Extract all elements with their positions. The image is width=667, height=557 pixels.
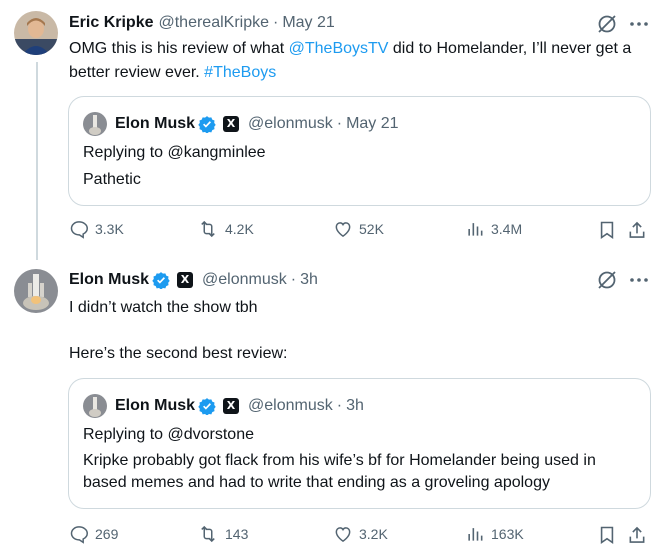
reply-icon bbox=[70, 526, 89, 544]
tweet2-reply-button[interactable]: 269 bbox=[69, 524, 118, 544]
more-options-icon[interactable] bbox=[628, 13, 650, 40]
tweet1-text-start: OMG this is his review of what bbox=[69, 40, 289, 57]
tweet2-quote-header: Elon Musk X @elonmusk · 3h bbox=[83, 394, 364, 418]
tweet2-text-line2: Here’s the second best review: bbox=[69, 345, 288, 362]
quote-text: Pathetic bbox=[83, 171, 141, 188]
grok-icon[interactable] bbox=[596, 269, 618, 296]
tweet1-share-icon[interactable] bbox=[627, 219, 647, 246]
tweet2-header: Elon Musk X @elonmusk · 3h bbox=[69, 270, 318, 290]
tweet2-separator: · bbox=[290, 271, 297, 288]
tweet2-reply-count: 269 bbox=[95, 526, 119, 542]
more-options-icon[interactable] bbox=[628, 269, 650, 296]
tweet2-bookmark-icon[interactable] bbox=[597, 524, 617, 551]
x-affiliate-badge-icon: X bbox=[177, 272, 194, 288]
tweet2-handle[interactable]: @elonmusk bbox=[202, 270, 287, 290]
tweet1-separator: · bbox=[273, 14, 279, 31]
views-chart-icon bbox=[468, 528, 483, 541]
thread-connector-line bbox=[36, 62, 38, 260]
x-affiliate-badge-icon: X bbox=[223, 398, 240, 414]
tweet2-like-count: 3.2K bbox=[359, 526, 388, 542]
tweet1-bookmark-icon[interactable] bbox=[597, 219, 617, 246]
tweet2-repost-button[interactable]: 143 bbox=[197, 524, 248, 544]
repost-icon bbox=[201, 220, 215, 238]
tweet1-view-count: 3.4M bbox=[491, 221, 523, 237]
tweet1-like-button[interactable]: 52K bbox=[333, 219, 384, 239]
tweet1-reply-count: 3.3K bbox=[95, 221, 124, 237]
heart-icon bbox=[335, 222, 351, 237]
tweet2-views-button[interactable]: 163K bbox=[465, 524, 524, 544]
quote-handle: @elonmusk bbox=[248, 115, 333, 132]
tweet1-quoted-tweet[interactable]: Elon Musk X @elonmusk · May 21 Replying … bbox=[68, 96, 651, 206]
tweet1-handle[interactable]: @therealKripke bbox=[158, 13, 269, 33]
eric-kripke-avatar[interactable] bbox=[14, 11, 58, 55]
views-chart-icon bbox=[468, 223, 483, 236]
quote-replying-to: Replying to @dvorstone bbox=[83, 426, 254, 443]
grok-icon[interactable] bbox=[596, 13, 618, 40]
quote-handle: @elonmusk bbox=[248, 397, 333, 414]
tweet1-mention-link[interactable]: @TheBoysTV bbox=[289, 40, 389, 57]
quote-avatar bbox=[83, 112, 107, 136]
heart-icon bbox=[335, 527, 351, 542]
elon-musk-avatar[interactable] bbox=[14, 269, 58, 313]
reply-icon bbox=[70, 221, 89, 239]
tweet1-hashtag-link[interactable]: #TheBoys bbox=[204, 64, 276, 81]
tweet1-views-button[interactable]: 3.4M bbox=[465, 219, 522, 239]
quote-date: May 21 bbox=[346, 115, 399, 132]
tweet2-view-count: 163K bbox=[491, 526, 524, 542]
x-affiliate-badge-icon: X bbox=[223, 116, 240, 132]
quote-avatar bbox=[83, 394, 107, 418]
quote-date: 3h bbox=[346, 397, 364, 414]
tweet1-like-count: 52K bbox=[359, 221, 384, 237]
quote-author-name: Elon Musk bbox=[115, 397, 196, 414]
tweet2-date[interactable]: 3h bbox=[300, 270, 318, 290]
quote-separator: · bbox=[336, 397, 343, 414]
tweet1-repost-button[interactable]: 4.2K bbox=[197, 219, 254, 239]
repost-icon bbox=[201, 525, 215, 543]
tweet2-text-line1: I didn’t watch the show tbh bbox=[69, 299, 258, 316]
tweet2-author-name[interactable]: Elon Musk bbox=[69, 270, 149, 290]
quote-author-name: Elon Musk bbox=[115, 115, 196, 132]
tweet1-header: Eric Kripke @therealKripke · May 21 bbox=[69, 13, 335, 33]
tweet1-date[interactable]: May 21 bbox=[282, 13, 334, 33]
tweet1-reply-button[interactable]: 3.3K bbox=[69, 219, 124, 239]
verified-badge-icon bbox=[198, 116, 216, 133]
tweet1-text: OMG this is his review of what @TheBoysT… bbox=[69, 37, 659, 85]
tweet2-share-icon[interactable] bbox=[627, 524, 647, 551]
verified-badge-icon bbox=[152, 272, 170, 289]
tweet1-author-name[interactable]: Eric Kripke bbox=[69, 13, 153, 33]
tweet2-like-button[interactable]: 3.2K bbox=[333, 524, 388, 544]
quote-replying-to: Replying to @kangminlee bbox=[83, 144, 266, 161]
tweet1-quote-header: Elon Musk X @elonmusk · May 21 bbox=[83, 112, 399, 136]
tweet2-quoted-tweet[interactable]: Elon Musk X @elonmusk · 3h Replying to @… bbox=[68, 378, 651, 509]
quote-text: Kripke probably got flack from his wife’… bbox=[83, 452, 596, 491]
tweet2-repost-count: 143 bbox=[225, 526, 249, 542]
tweet1-repost-count: 4.2K bbox=[225, 221, 254, 237]
verified-badge-icon bbox=[198, 398, 216, 415]
quote-separator: · bbox=[336, 115, 343, 132]
